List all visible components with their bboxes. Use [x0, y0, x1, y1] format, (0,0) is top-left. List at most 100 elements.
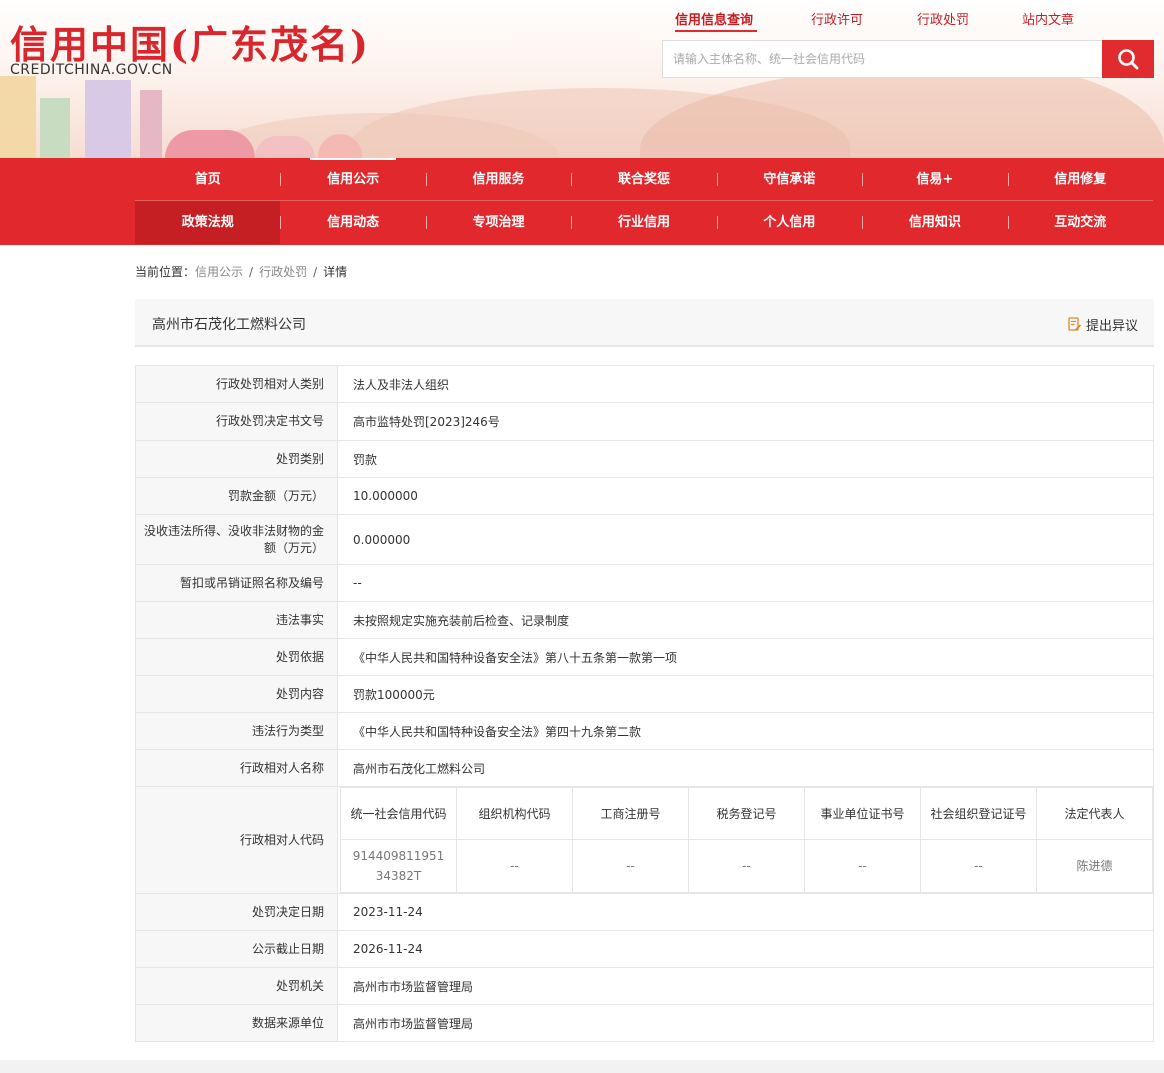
banner-building: [40, 98, 70, 158]
nav-special-governance[interactable]: 专项治理: [425, 201, 571, 244]
page-title: 高州市石茂化工燃料公司: [152, 317, 306, 333]
code-header: 法定代表人: [1036, 787, 1153, 840]
site-logo-en: CREDITCHINA.GOV.CN: [10, 62, 173, 78]
nav-xinyi-plus[interactable]: 信易+: [862, 158, 1007, 200]
row-value: 0.000000: [337, 514, 1154, 565]
search-button[interactable]: [1102, 40, 1154, 78]
nav-policy-regulations[interactable]: 政策法规: [135, 201, 281, 244]
row-label: 没收违法所得、没收非法财物的金额（万元）: [135, 514, 338, 565]
row-label: 处罚内容: [135, 675, 338, 713]
row-label: 违法事实: [135, 601, 338, 639]
search-box: [662, 40, 1154, 78]
row-label: 暂扣或吊销证照名称及编号: [135, 564, 338, 602]
nav-joint-reward-punish[interactable]: 联合奖惩: [571, 158, 716, 200]
code-table-header: 统一社会信用代码 组织机构代码 工商注册号 税务登记号 事业单位证书号 社会组织…: [340, 787, 1153, 840]
row-value: --: [337, 564, 1154, 602]
objection-button[interactable]: 提出异议: [1068, 315, 1138, 334]
row-label: 行政处罚决定书文号: [135, 402, 338, 441]
breadcrumb-current: 详情: [323, 265, 348, 279]
table-row: 行政处罚相对人类别 法人及非法人组织: [135, 365, 1154, 403]
table-row: 行政相对人名称 高州市石茂化工燃料公司: [135, 749, 1154, 787]
top-link-admin-license[interactable]: 行政许可: [811, 9, 863, 28]
top-link-admin-penalty[interactable]: 行政处罚: [917, 9, 969, 28]
table-row: 违法事实 未按照规定实施充装前后检查、记录制度: [135, 601, 1154, 639]
detail-title-bar: 高州市石茂化工燃料公司 提出异议: [135, 299, 1154, 347]
code-value: --: [688, 839, 805, 893]
detail-table: 行政处罚相对人类别 法人及非法人组织 行政处罚决定书文号 高市监特处罚[2023…: [135, 365, 1154, 1042]
nav-credit-knowledge[interactable]: 信用知识: [862, 201, 1007, 244]
nav-interaction[interactable]: 互动交流: [1007, 201, 1153, 244]
banner-building: [165, 130, 255, 158]
search-input[interactable]: [663, 41, 1103, 77]
row-value: 未按照规定实施充装前后检查、记录制度: [337, 601, 1154, 639]
row-label: 违法行为类型: [135, 712, 338, 750]
top-link-site-articles[interactable]: 站内文章: [1022, 9, 1074, 28]
nav-credit-publicity[interactable]: 信用公示: [280, 158, 425, 200]
row-value: 《中华人民共和国特种设备安全法》第四十九条第二款: [337, 712, 1154, 750]
code-header: 社会组织登记证号: [920, 787, 1037, 840]
table-row: 暂扣或吊销证照名称及编号 --: [135, 564, 1154, 602]
table-row: 处罚内容 罚款100000元: [135, 675, 1154, 713]
code-value: 陈进德: [1036, 839, 1153, 893]
row-label: 行政相对人名称: [135, 749, 338, 787]
breadcrumb-prefix: 当前位置：: [135, 265, 196, 279]
table-row: 数据来源单位 高州市市场监督管理局: [135, 1004, 1154, 1042]
breadcrumb-separator: /: [249, 265, 254, 279]
table-row: 处罚类别 罚款: [135, 440, 1154, 478]
site-logo[interactable]: 信用中国(广东茂名): [10, 14, 370, 69]
row-label: 处罚依据: [135, 638, 338, 676]
header-banner: 信用中国(广东茂名) CREDITCHINA.GOV.CN 信用信息查询 行政许…: [0, 0, 1164, 158]
row-label: 罚款金额（万元）: [135, 477, 338, 515]
code-header: 组织机构代码: [456, 787, 573, 840]
row-value: 高州市石茂化工燃料公司: [337, 749, 1154, 787]
nav-personal-credit[interactable]: 个人信用: [716, 201, 862, 244]
table-row: 处罚机关 高州市市场监督管理局: [135, 967, 1154, 1005]
banner-building: [85, 80, 131, 158]
code-table-cell: 统一社会信用代码 组织机构代码 工商注册号 税务登记号 事业单位证书号 社会组织…: [337, 786, 1154, 894]
code-value: --: [572, 839, 689, 893]
table-row: 没收违法所得、没收非法财物的金额（万元） 0.000000: [135, 514, 1154, 565]
banner-building: [255, 136, 315, 158]
table-row: 违法行为类型 《中华人民共和国特种设备安全法》第四十九条第二款: [135, 712, 1154, 750]
nav-home[interactable]: 首页: [135, 158, 280, 200]
row-value: 2023-11-24: [337, 893, 1154, 931]
row-label: 公示截止日期: [135, 930, 338, 968]
row-value: 高州市市场监督管理局: [337, 967, 1154, 1005]
row-value: 10.000000: [337, 477, 1154, 515]
breadcrumb-link-credit-publicity[interactable]: 信用公示: [195, 265, 243, 279]
row-value: 罚款: [337, 440, 1154, 478]
row-label: 处罚决定日期: [135, 893, 338, 931]
nav-integrity-pledge[interactable]: 守信承诺: [716, 158, 862, 200]
code-value: --: [456, 839, 573, 893]
code-header: 税务登记号: [688, 787, 805, 840]
row-value: 法人及非法人组织: [337, 365, 1154, 403]
top-link-credit-query[interactable]: 信用信息查询: [675, 9, 753, 28]
code-header: 事业单位证书号: [804, 787, 921, 840]
breadcrumb-link-admin-penalty[interactable]: 行政处罚: [259, 265, 307, 279]
row-label: 处罚类别: [135, 440, 338, 478]
code-value: 91440981195134382T: [340, 839, 457, 893]
row-value: 罚款100000元: [337, 675, 1154, 713]
main-nav: 首页 信用公示 信用服务 联合奖惩 守信承诺 信易+ 信用修复 政策法规 信用动…: [0, 158, 1164, 245]
row-value: 高市监特处罚[2023]246号: [337, 402, 1154, 441]
nav-credit-service[interactable]: 信用服务: [425, 158, 571, 200]
table-row: 行政处罚决定书文号 高市监特处罚[2023]246号: [135, 402, 1154, 441]
banner-building: [0, 76, 36, 158]
row-label: 处罚机关: [135, 967, 338, 1005]
row-value: 高州市市场监督管理局: [337, 1004, 1154, 1042]
nav-industry-credit[interactable]: 行业信用: [571, 201, 716, 244]
code-header: 统一社会信用代码: [340, 787, 457, 840]
code-value: --: [804, 839, 921, 893]
row-label: 行政处罚相对人类别: [135, 365, 338, 403]
edit-document-icon: [1068, 317, 1082, 331]
table-row: 公示截止日期 2026-11-24: [135, 930, 1154, 968]
nav-credit-repair[interactable]: 信用修复: [1007, 158, 1153, 200]
nav-row-1: 首页 信用公示 信用服务 联合奖惩 守信承诺 信易+ 信用修复: [135, 158, 1153, 201]
row-value: 2026-11-24: [337, 930, 1154, 968]
code-table-values: 91440981195134382T -- -- -- -- -- 陈进德: [340, 839, 1153, 893]
breadcrumb: 当前位置：信用公示 / 行政处罚 / 详情: [135, 263, 347, 280]
table-row: 处罚决定日期 2023-11-24: [135, 893, 1154, 931]
nav-row-2: 政策法规 信用动态 专项治理 行业信用 个人信用 信用知识 互动交流: [135, 201, 1153, 244]
nav-credit-news[interactable]: 信用动态: [280, 201, 425, 244]
footer-bar: [0, 1060, 1164, 1073]
